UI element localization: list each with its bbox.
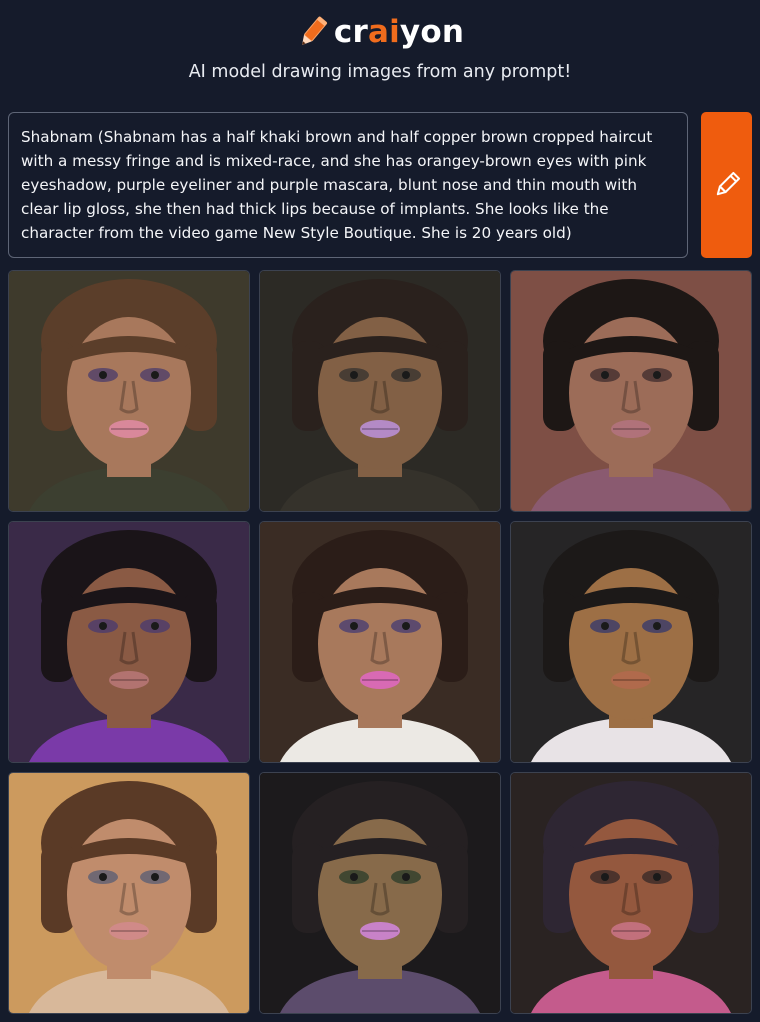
pencil-icon	[301, 16, 328, 46]
image-grid	[8, 270, 752, 1014]
generated-image-2[interactable]	[259, 270, 501, 512]
tagline: AI model drawing images from any prompt!	[188, 62, 572, 82]
generated-image-4[interactable]	[8, 521, 250, 763]
generated-image-5[interactable]	[259, 521, 501, 763]
generated-image-6[interactable]	[510, 521, 752, 763]
craiyon-page: cr ai yon AI model drawing images from any…	[0, 0, 760, 1022]
brand-name: cr ai yon	[334, 14, 464, 50]
prompt-input[interactable]: Shabnam (Shabnam has a half khaki brown …	[8, 112, 688, 258]
brand-name-accent: ai	[367, 14, 400, 50]
brand-logo[interactable]: cr ai yon	[0, 10, 760, 54]
generated-image-1[interactable]	[8, 270, 250, 512]
generated-image-3[interactable]	[510, 270, 752, 512]
draw-button[interactable]	[701, 112, 752, 258]
pencil-icon	[716, 171, 740, 196]
generated-image-9[interactable]	[510, 772, 752, 1014]
generated-image-8[interactable]	[259, 772, 501, 1014]
brand-name-part: cr	[333, 14, 368, 50]
generated-image-7[interactable]	[8, 772, 250, 1014]
brand-name-part: yon	[399, 14, 465, 50]
